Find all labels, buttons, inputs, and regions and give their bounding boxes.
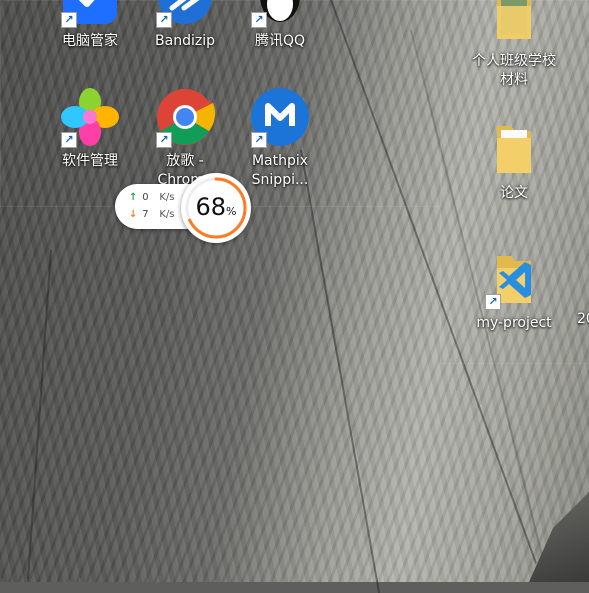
upload-value: 0 — [142, 192, 149, 203]
shortcut-arrow-icon: ↗ — [156, 132, 172, 148]
icon-label: 20 — [577, 311, 589, 327]
rock-crack — [300, 149, 381, 593]
desktop-icon-bandizip[interactable]: ↗ Bandizip — [139, 0, 231, 51]
upload-arrow-icon: ↑ — [129, 192, 138, 203]
folder-icon — [483, 0, 545, 48]
desktop-icon-folder-1[interactable]: 个人班级学校材料 — [468, 0, 560, 90]
rock-crack — [26, 250, 52, 580]
download-unit: K/s — [159, 209, 175, 220]
icon-label: Bandizip — [155, 33, 215, 49]
memory-percent: 68% — [181, 193, 251, 226]
icon-label: 个人班级学校材料 — [472, 53, 556, 88]
memory-value: 68 — [195, 193, 227, 221]
download-value: 7 — [142, 209, 149, 220]
shortcut-arrow-icon: ↗ — [251, 12, 267, 28]
icon-label: 腾讯QQ — [254, 33, 306, 49]
shortcut-arrow-icon: ↗ — [61, 12, 77, 28]
shortcut-arrow-icon: ↗ — [156, 12, 172, 28]
upload-speed: ↑ 0 K/s — [129, 191, 175, 205]
software-manager-clover-icon: ↗ — [59, 86, 121, 148]
tencent-pc-manager-icon: ↗ — [59, 0, 121, 28]
chrome-icon: ↗ — [154, 86, 216, 148]
desktop-icon-qq[interactable]: ↗ 腾讯QQ — [234, 0, 326, 51]
desktop-icon-lunwen[interactable]: 论文 — [468, 118, 560, 203]
desktop-icon-diannao[interactable]: ↗ 电脑管家 — [44, 0, 136, 51]
percent-sign: % — [226, 205, 237, 218]
icon-label: 软件管理 — [62, 153, 118, 169]
vscode-folder-icon: ↗ — [483, 248, 545, 310]
desktop-icon-partial[interactable]: 20 — [560, 248, 589, 329]
upload-unit: K/s — [159, 192, 175, 203]
shortcut-arrow-icon: ↗ — [61, 132, 77, 148]
shortcut-arrow-icon: ↗ — [485, 294, 501, 310]
memory-usage-gauge[interactable]: 68% — [181, 173, 251, 243]
partial-icon — [560, 248, 580, 310]
mathpix-icon: ↗ — [249, 86, 311, 148]
download-arrow-icon: ↓ — [129, 209, 138, 220]
bandizip-icon: ↗ — [154, 0, 216, 28]
icon-label: 论文 — [500, 185, 528, 201]
icon-label: my-project — [476, 315, 552, 331]
qq-penguin-icon: ↗ — [249, 0, 311, 28]
shortcut-arrow-icon: ↗ — [251, 132, 267, 148]
icon-label: 电脑管家 — [62, 33, 118, 49]
download-speed: ↓ 7 K/s — [129, 208, 175, 222]
desktop-icon-my-project[interactable]: ↗ my-project — [468, 248, 560, 333]
desktop-icon-ruanjian[interactable]: ↗ 软件管理 — [44, 86, 136, 171]
folder-icon — [483, 118, 545, 180]
